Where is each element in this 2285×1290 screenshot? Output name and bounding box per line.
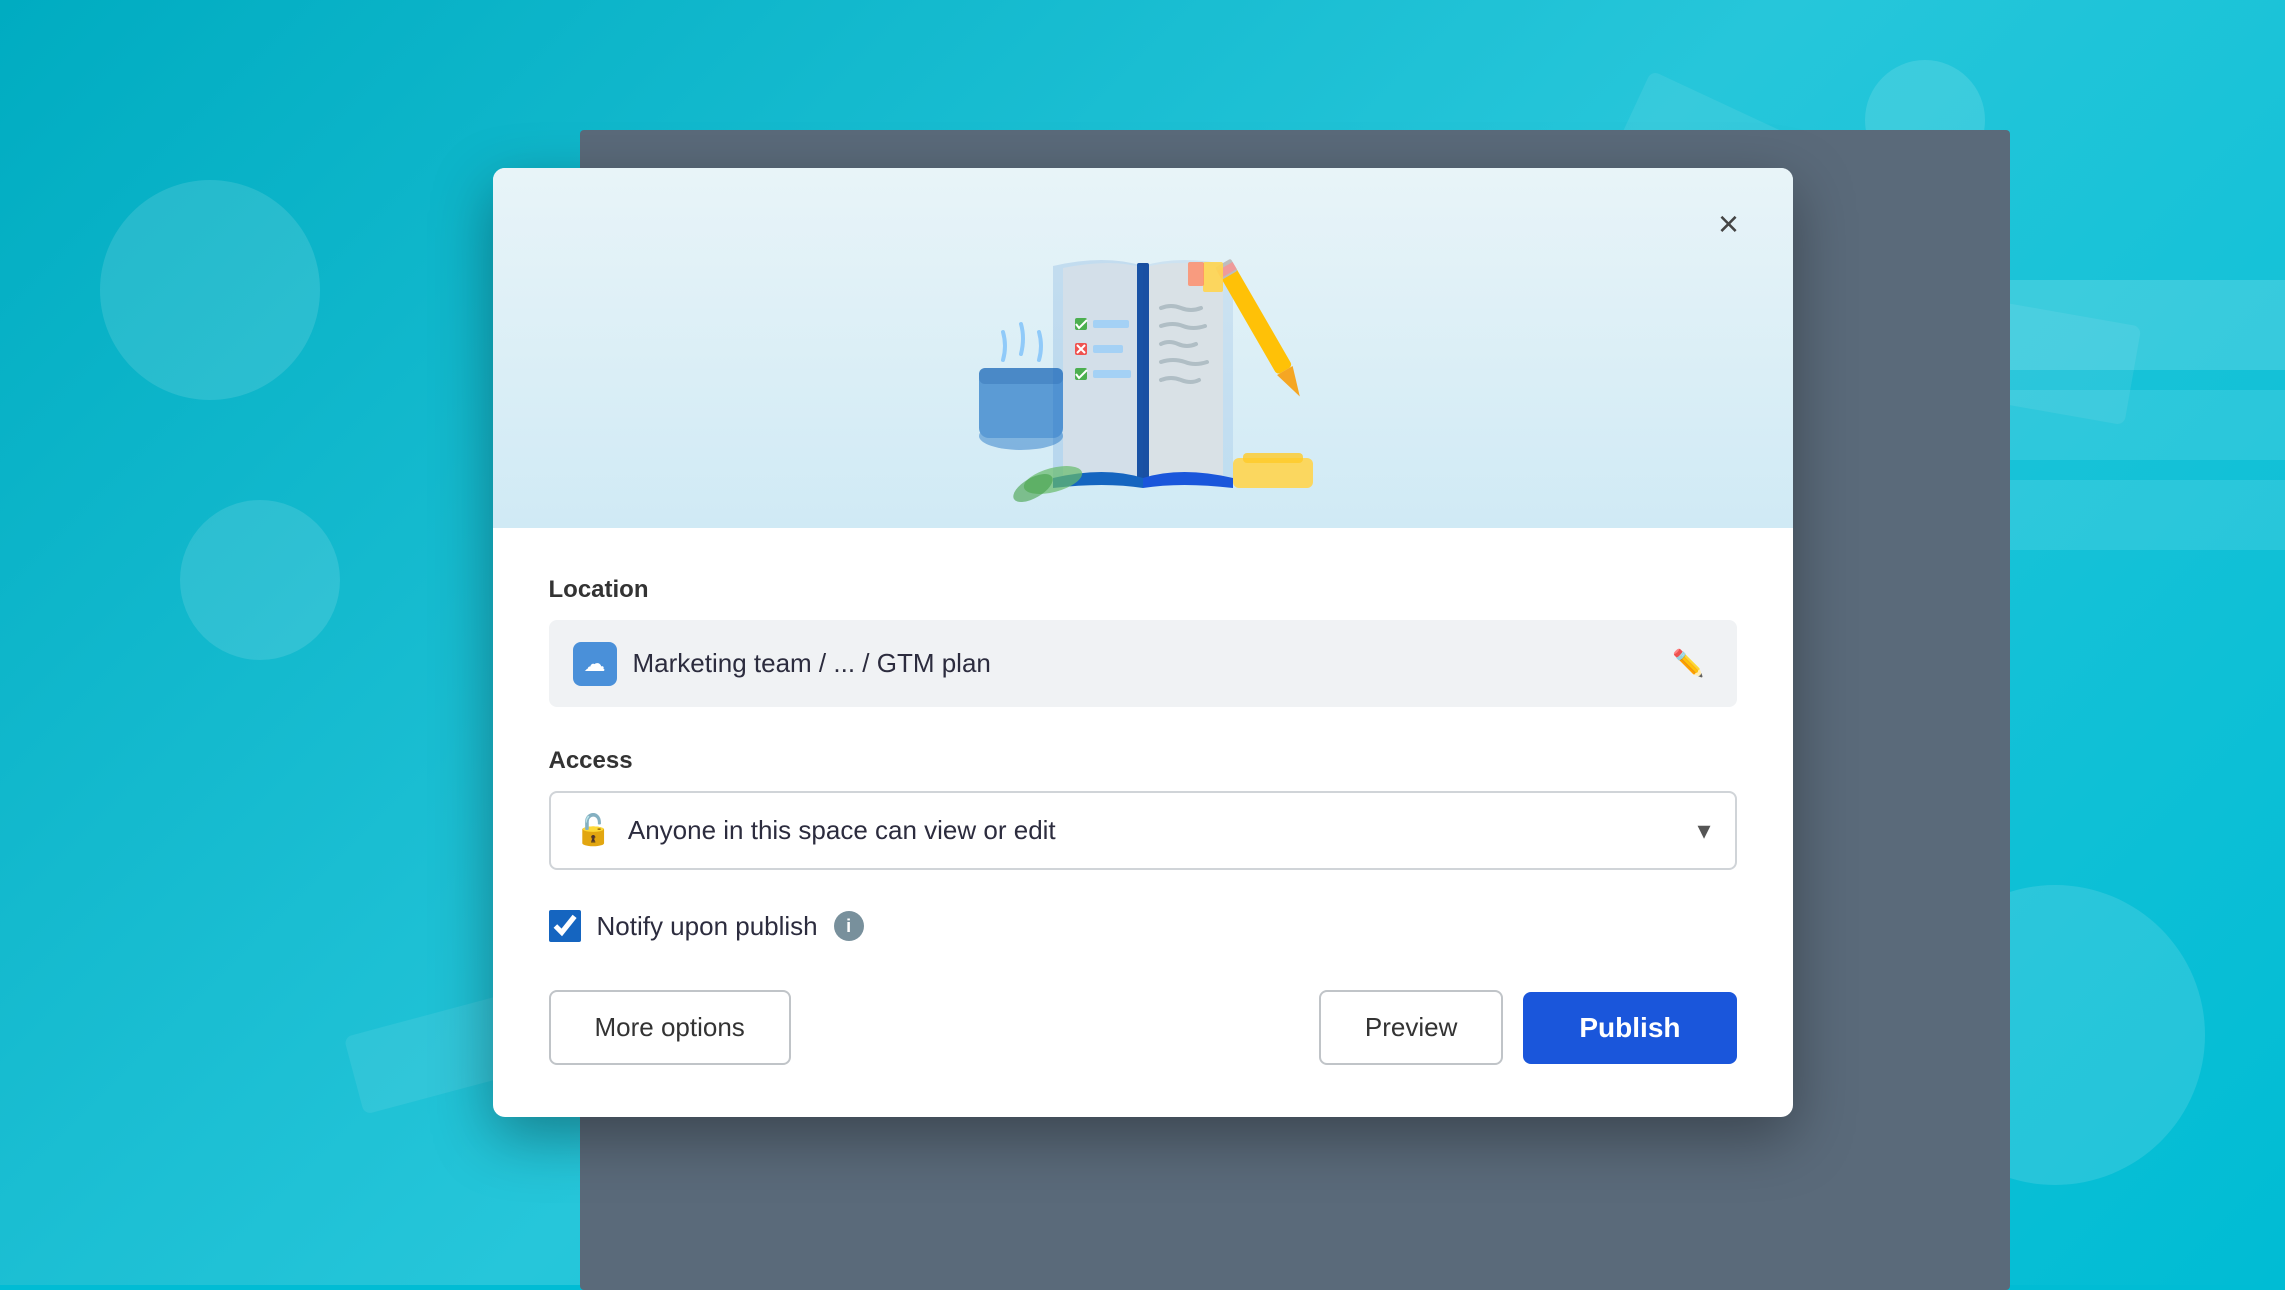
location-field: ☁ Marketing team / ... / GTM plan ✏️ [549,620,1737,707]
access-left: 🔓 Anyone in this space can view or edit [575,813,1056,848]
access-value: Anyone in this space can view or edit [628,815,1056,846]
modal-overlay: Publish page × [0,0,2285,1285]
notify-checkbox[interactable] [549,910,581,942]
modal-body: Location ☁ Marketing team / ... / GTM pl… [493,528,1793,1117]
info-icon[interactable]: i [834,911,864,941]
separator-2: / [862,648,876,678]
publish-button[interactable]: Publish [1523,992,1736,1064]
more-options-button[interactable]: More options [549,990,791,1065]
location-label: Location [549,576,1737,604]
preview-button[interactable]: Preview [1319,990,1503,1065]
footer-right-buttons: Preview Publish [1319,990,1737,1065]
book-svg [913,188,1373,528]
access-dropdown[interactable]: 🔓 Anyone in this space can view or edit … [549,791,1737,870]
publish-modal: Publish page × [493,168,1793,1117]
notify-label: Notify upon publish [597,911,818,942]
close-button[interactable]: × [1701,196,1757,252]
location-left: ☁ Marketing team / ... / GTM plan [573,642,991,686]
location-text: Marketing team / ... / GTM plan [633,648,991,679]
space-icon: ☁ [573,642,617,686]
modal-footer: More options Preview Publish [549,990,1737,1065]
chevron-down-icon: ▾ [1697,815,1710,846]
notify-row: Notify upon publish i [549,910,1737,942]
access-label: Access [549,747,1737,775]
separator-1: / [819,648,833,678]
modal-illustration [493,168,1793,528]
edit-location-button[interactable]: ✏️ [1664,640,1712,687]
lock-icon: 🔓 [575,813,612,848]
